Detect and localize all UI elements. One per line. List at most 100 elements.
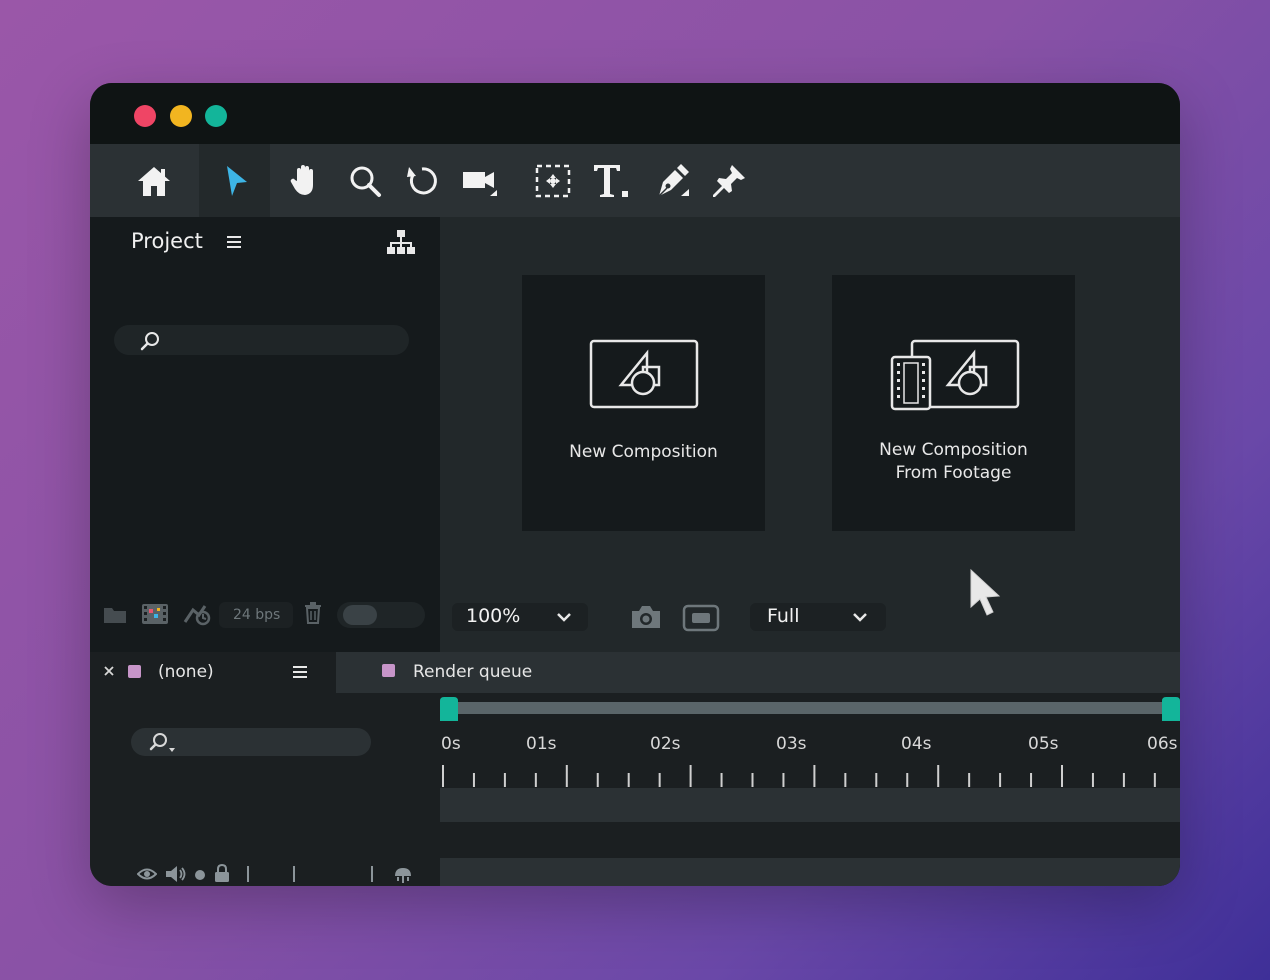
ruler-minor-tick [1030, 773, 1033, 787]
project-title: Project [131, 229, 203, 253]
ruler-minor-tick [1091, 773, 1094, 787]
tools-toolbar [90, 144, 1180, 217]
new-composition-icon[interactable] [141, 602, 169, 626]
puppet-pin-tool[interactable] [698, 144, 762, 217]
panel-menu-icon[interactable] [227, 235, 241, 249]
panel-menu-icon[interactable] [293, 665, 307, 679]
ruler-minor-tick [875, 773, 878, 787]
zoom-tool[interactable] [333, 144, 397, 217]
magnification-dropdown[interactable]: 100% [452, 603, 588, 631]
ruler-major-tick [442, 765, 444, 787]
pin-icon [713, 164, 745, 197]
visibility-eye-icon[interactable] [137, 867, 157, 881]
ruler-label-0s: 0s [441, 734, 461, 754]
shy-layers-icon[interactable] [393, 866, 413, 884]
composition-icon [589, 339, 699, 409]
ruler-minor-tick [503, 773, 506, 787]
column-divider [371, 866, 373, 882]
search-icon [140, 332, 159, 351]
pen-tool[interactable] [641, 144, 705, 217]
new-composition-from-footage-label-line2: From Footage [895, 463, 1012, 483]
ruler-minor-tick [627, 773, 630, 787]
ruler-minor-tick [472, 773, 475, 787]
track-row[interactable] [440, 822, 1180, 858]
ruler-minor-tick [844, 773, 847, 787]
composition-from-footage-icon [890, 339, 1020, 411]
magnification-value: 100% [466, 605, 521, 627]
trash-icon[interactable] [304, 602, 322, 624]
hierarchy-icon[interactable] [387, 230, 415, 256]
hand-tool[interactable] [272, 144, 336, 217]
ruler-major-tick [689, 765, 692, 787]
render-queue-tab[interactable]: Render queue [336, 652, 636, 693]
zoom-button[interactable] [205, 105, 227, 127]
home-icon [138, 166, 170, 196]
type-t-icon [594, 164, 628, 197]
camera-tool[interactable] [448, 144, 512, 217]
chevron-down-icon [557, 613, 571, 622]
ruler-minor-tick [534, 773, 537, 787]
folder-icon[interactable] [103, 605, 127, 625]
home-tool[interactable] [122, 144, 186, 217]
selection-tool[interactable] [199, 144, 270, 217]
ruler-label-04s: 04s [901, 734, 932, 754]
solo-dot-icon[interactable] [194, 869, 206, 881]
minimize-button[interactable] [170, 105, 192, 127]
new-composition-from-footage-label-line1: New Composition [879, 440, 1028, 460]
work-area-bar[interactable] [448, 702, 1174, 714]
rotate-icon [407, 166, 437, 194]
snapshot-camera-icon[interactable] [630, 604, 662, 630]
video-camera-icon [463, 171, 497, 196]
ruler-minor-tick [999, 773, 1002, 787]
rotate-tool[interactable] [390, 144, 454, 217]
region-of-interest-icon[interactable] [682, 604, 720, 632]
pan-behind-tool[interactable] [521, 144, 585, 217]
magnifier-icon [350, 166, 381, 197]
ruler-minor-tick [968, 773, 971, 787]
project-search-input[interactable] [114, 325, 409, 355]
timeline-tab-none-label: (none) [158, 662, 214, 682]
work-area-end-handle[interactable] [1162, 697, 1180, 721]
ruler-minor-tick [1153, 773, 1156, 787]
resolution-value: Full [767, 605, 800, 627]
resolution-dropdown[interactable]: Full [750, 603, 886, 631]
timeline-graph-panel: 0s 01s 02s 03s 04s 05s 06s [440, 693, 1180, 886]
label-swatch [382, 664, 395, 677]
new-composition-from-footage-card[interactable]: New Composition From Footage [832, 275, 1075, 531]
ruler-major-tick [937, 765, 940, 787]
timeline-tab-none[interactable]: (none) [90, 652, 336, 693]
timeline-search-input[interactable] [131, 728, 371, 756]
ruler-major-tick [565, 765, 568, 787]
ruler-minor-tick [1122, 773, 1125, 787]
ruler-label-01s: 01s [526, 734, 557, 754]
bit-depth-button[interactable]: 24 bps [219, 602, 293, 628]
ruler-major-tick [813, 765, 816, 787]
type-tool[interactable] [579, 144, 643, 217]
render-queue-label: Render queue [413, 662, 533, 682]
search-dropdown-icon [149, 733, 175, 752]
ruler-minor-tick [751, 773, 754, 787]
thumbnail-size-slider[interactable] [337, 602, 425, 628]
close-button[interactable] [134, 105, 156, 127]
ruler-major-tick [1061, 765, 1063, 787]
track-row[interactable] [440, 858, 1180, 886]
lock-icon[interactable] [214, 864, 230, 883]
new-composition-card[interactable]: New Composition [522, 275, 765, 531]
chevron-down-icon [853, 613, 867, 622]
audio-speaker-icon[interactable] [165, 865, 187, 883]
work-area-start-handle[interactable] [440, 697, 458, 721]
pointer-arrow-icon [226, 165, 247, 196]
ruler-label-02s: 02s [650, 734, 681, 754]
column-divider [293, 866, 295, 882]
close-icon[interactable] [104, 666, 114, 676]
ruler-minor-tick [782, 773, 785, 787]
ruler-label-06s: 06s [1147, 734, 1178, 754]
pen-nib-icon [658, 163, 689, 197]
bit-depth-label: 24 bps [233, 607, 281, 623]
ruler-minor-tick [906, 773, 909, 787]
column-divider [247, 866, 249, 882]
track-row[interactable] [440, 788, 1180, 822]
slider-knob[interactable] [343, 605, 377, 625]
timeline-tab-bar: (none) Render queue [90, 652, 1180, 693]
interpret-footage-icon[interactable] [183, 602, 213, 626]
